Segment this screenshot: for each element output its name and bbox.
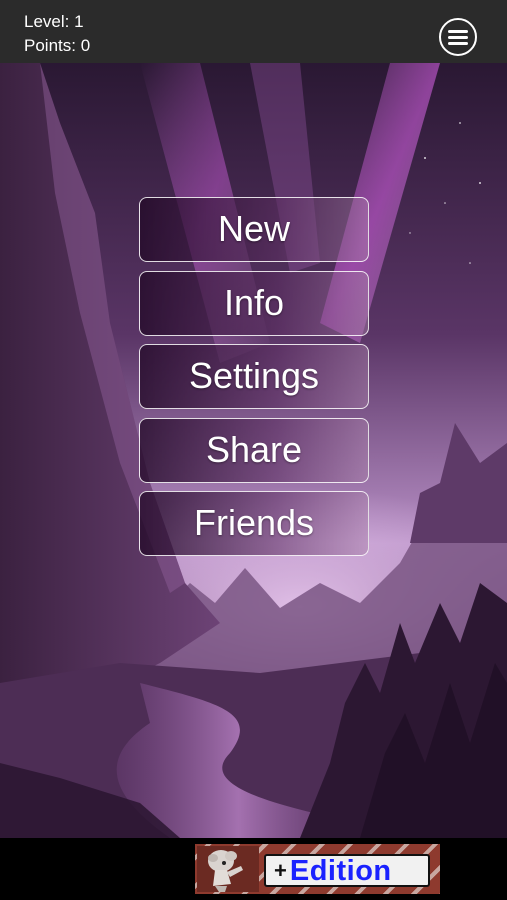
top-status-bar: Level: 1 Points: 0 [0, 0, 507, 63]
friends-button[interactable]: Friends [139, 491, 369, 556]
settings-button[interactable]: Settings [139, 344, 369, 409]
edition-badge: + Edition [264, 854, 430, 887]
edition-label: Edition [289, 854, 392, 887]
hamburger-menu-icon [448, 30, 468, 45]
cartoon-mascot-icon [197, 846, 259, 892]
main-menu: New Info Settings Share Friends [139, 197, 369, 565]
edition-ad-banner[interactable]: + Edition [195, 844, 440, 894]
points-indicator: Points: 0 [24, 36, 91, 55]
hamburger-menu-button[interactable] [439, 18, 477, 56]
level-indicator: Level: 1 [24, 12, 84, 31]
bottom-ad-bar: + Edition [0, 838, 507, 900]
plus-sign: + [274, 857, 287, 883]
share-button[interactable]: Share [139, 417, 369, 483]
info-button[interactable]: Info [139, 270, 369, 336]
new-game-button[interactable]: New [139, 197, 369, 262]
